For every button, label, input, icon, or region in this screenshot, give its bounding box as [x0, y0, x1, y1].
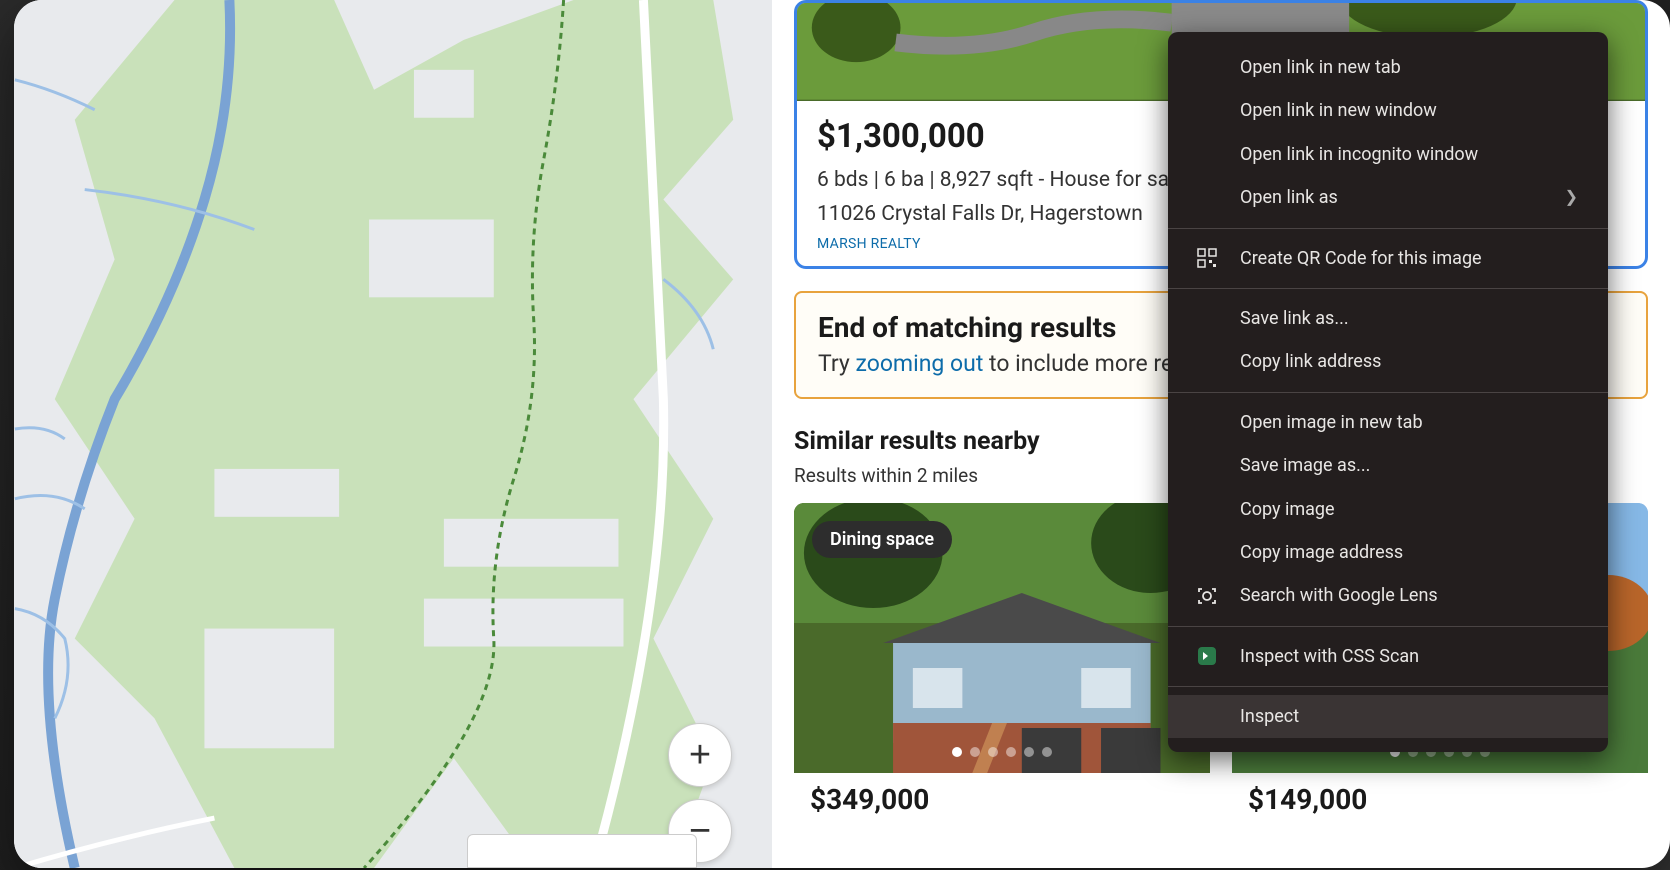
similar-card-image[interactable]: Dining space: [794, 503, 1210, 773]
context-menu-label: Search with Google Lens: [1240, 584, 1438, 607]
context-menu-item[interactable]: Inspect with CSS Scan: [1168, 635, 1608, 678]
context-menu-label: Inspect with CSS Scan: [1240, 645, 1419, 668]
end-prefix: Try: [818, 350, 855, 377]
context-menu-item[interactable]: Open link in new tab: [1168, 46, 1608, 89]
context-menu-divider: [1168, 288, 1608, 289]
context-menu[interactable]: Open link in new tab Open link in new win…: [1168, 32, 1608, 752]
context-menu-label: Copy link address: [1240, 350, 1381, 373]
context-menu-item[interactable]: Open link in new window: [1168, 89, 1608, 132]
css-scan-icon: [1196, 645, 1218, 667]
similar-price: $149,000: [1248, 783, 1632, 816]
context-menu-label: Open image in new tab: [1240, 411, 1423, 434]
context-menu-item[interactable]: Save link as...: [1168, 297, 1608, 340]
context-menu-item[interactable]: Copy link address: [1168, 340, 1608, 383]
context-menu-label: Create QR Code for this image: [1240, 247, 1482, 270]
qr-code-icon: [1196, 247, 1218, 269]
context-menu-label: Open link in new tab: [1240, 56, 1401, 79]
carousel-dot[interactable]: [970, 747, 980, 757]
context-menu-label: Open link as: [1240, 186, 1338, 209]
context-menu-label: Open link in incognito window: [1240, 143, 1478, 166]
context-menu-label: Save image as...: [1240, 454, 1370, 477]
carousel-dot[interactable]: [988, 747, 998, 757]
context-menu-label: Copy image address: [1240, 541, 1403, 564]
similar-card-body: $149,000: [1232, 773, 1648, 834]
similar-card[interactable]: Dining space $349,000: [794, 503, 1210, 834]
context-menu-label: Open link in new window: [1240, 99, 1437, 122]
map-attribution-box: [467, 834, 697, 868]
carousel-dot[interactable]: [1006, 747, 1016, 757]
similar-card-body: $349,000: [794, 773, 1210, 834]
chevron-right-icon: ❯: [1565, 187, 1578, 208]
context-menu-item[interactable]: Inspect: [1168, 695, 1608, 738]
carousel-dots[interactable]: [952, 747, 1052, 757]
context-menu-item[interactable]: Copy image: [1168, 488, 1608, 531]
carousel-dot[interactable]: [952, 747, 962, 757]
listing-tag-pill: Dining space: [812, 521, 952, 558]
context-menu-divider: [1168, 392, 1608, 393]
context-menu-divider: [1168, 626, 1608, 627]
context-menu-item[interactable]: Open link as ❯: [1168, 176, 1608, 219]
context-menu-item[interactable]: Copy image address: [1168, 531, 1608, 574]
google-lens-icon: [1196, 585, 1218, 607]
context-menu-item[interactable]: Open link in incognito window: [1168, 133, 1608, 176]
map-canvas[interactable]: [14, 0, 772, 868]
context-menu-item[interactable]: Open image in new tab: [1168, 401, 1608, 444]
context-menu-item[interactable]: Search with Google Lens: [1168, 574, 1608, 617]
context-menu-label: Inspect: [1240, 705, 1299, 728]
context-menu-item[interactable]: Save image as...: [1168, 444, 1608, 487]
context-menu-label: Save link as...: [1240, 307, 1349, 330]
zoom-in-button[interactable]: +: [668, 723, 732, 787]
carousel-dot[interactable]: [1024, 747, 1034, 757]
zoom-out-link[interactable]: zooming out: [855, 350, 983, 377]
context-menu-divider: [1168, 686, 1608, 687]
context-menu-divider: [1168, 228, 1608, 229]
similar-price: $349,000: [810, 783, 1194, 816]
zoom-controls: + −: [668, 723, 732, 813]
carousel-dot[interactable]: [1042, 747, 1052, 757]
context-menu-item[interactable]: Create QR Code for this image: [1168, 237, 1608, 280]
context-menu-label: Copy image: [1240, 498, 1335, 521]
map-panel[interactable]: + −: [14, 0, 772, 868]
